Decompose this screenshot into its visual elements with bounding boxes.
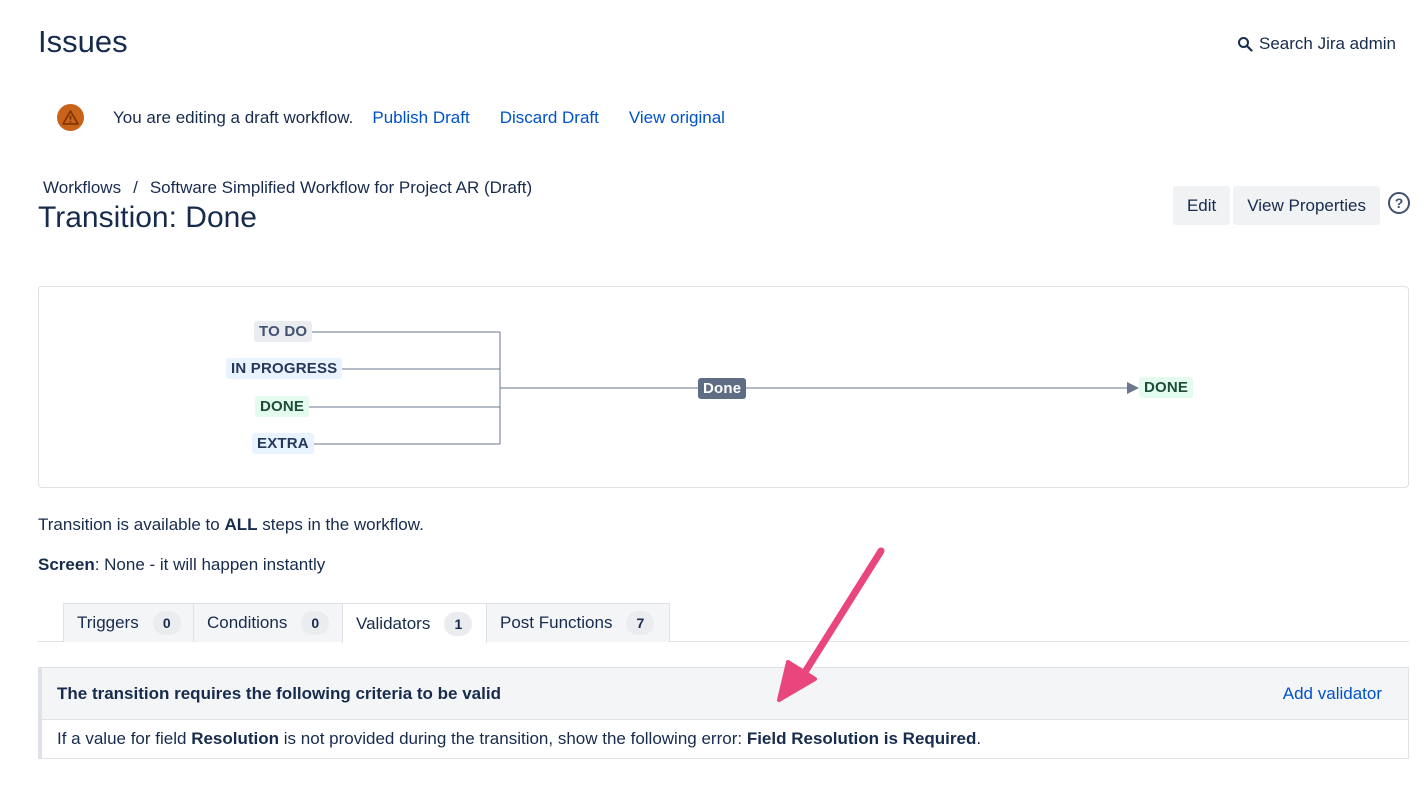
breadcrumb-separator: / (133, 178, 138, 197)
validator-row: If a value for field Resolution is not p… (57, 729, 982, 748)
search-jira-admin-label: Search Jira admin (1258, 34, 1396, 53)
transition-label: Done (698, 378, 747, 399)
transition-diagram: TO DO IN PROGRESS DONE EXTRA Done DONE (38, 286, 1409, 488)
breadcrumb-workflows[interactable]: Workflows (43, 178, 121, 198)
source-status-done: DONE (255, 396, 310, 417)
validators-count-badge: 1 (444, 611, 473, 636)
validators-heading: The transition requires the following cr… (57, 683, 501, 703)
discard-draft-link[interactable]: Discard Draft (500, 108, 599, 128)
publish-draft-link[interactable]: Publish Draft (372, 108, 469, 128)
breadcrumb: Workflows / Software Simplified Workflow… (43, 178, 532, 198)
add-validator-link[interactable]: Add validator (1283, 684, 1382, 704)
validators-panel: The transition requires the following cr… (38, 667, 1409, 759)
tab-post-functions[interactable]: Post Functions 7 (486, 603, 670, 642)
screen-label: Screen (38, 555, 95, 574)
tab-conditions[interactable]: Conditions 0 (193, 603, 343, 642)
help-icon[interactable]: ? (1388, 192, 1410, 214)
validator-error: Field Resolution is Required (746, 729, 977, 748)
view-properties-button[interactable]: View Properties (1233, 186, 1380, 225)
search-icon (1237, 37, 1253, 52)
triggers-count-badge: 0 (152, 611, 181, 635)
arrowhead-icon (1127, 382, 1139, 394)
screen-value: : None - it will happen instantly (94, 555, 326, 574)
breadcrumb-current[interactable]: Software Simplified Workflow for Project… (150, 178, 532, 198)
validator-field: Resolution (191, 729, 280, 748)
tab-validators[interactable]: Validators 1 (342, 603, 487, 643)
availability-text: Transition is available to ALL steps in … (38, 515, 424, 534)
action-buttons: Edit View Properties (1172, 186, 1380, 225)
transition-tabs: Triggers 0 Conditions 0 Validators 1 Post F… (38, 603, 1409, 643)
screen-text: Screen: None - it will happen instantly (38, 555, 325, 575)
tab-triggers[interactable]: Triggers 0 (63, 603, 194, 642)
post-functions-count-badge: 7 (626, 611, 655, 635)
source-status-todo: TO DO (254, 321, 313, 342)
transition-title: Transition: Done (38, 201, 257, 234)
source-status-in-progress: IN PROGRESS (226, 358, 343, 379)
search-jira-admin-link[interactable]: Search Jira admin (1237, 34, 1396, 54)
conditions-count-badge: 0 (301, 611, 330, 635)
edit-button[interactable]: Edit (1172, 186, 1231, 225)
draft-message: You are editing a draft workflow. (113, 107, 354, 127)
source-status-extra: EXTRA (252, 433, 314, 454)
validators-header: The transition requires the following cr… (42, 668, 1408, 720)
warning-icon (57, 104, 84, 131)
page-title: Issues (38, 24, 128, 59)
target-status-done: DONE (1139, 377, 1194, 398)
view-original-link[interactable]: View original (629, 108, 725, 128)
draft-workflow-banner: You are editing a draft workflow. Publis… (57, 104, 755, 131)
availability-all: ALL (224, 515, 258, 534)
